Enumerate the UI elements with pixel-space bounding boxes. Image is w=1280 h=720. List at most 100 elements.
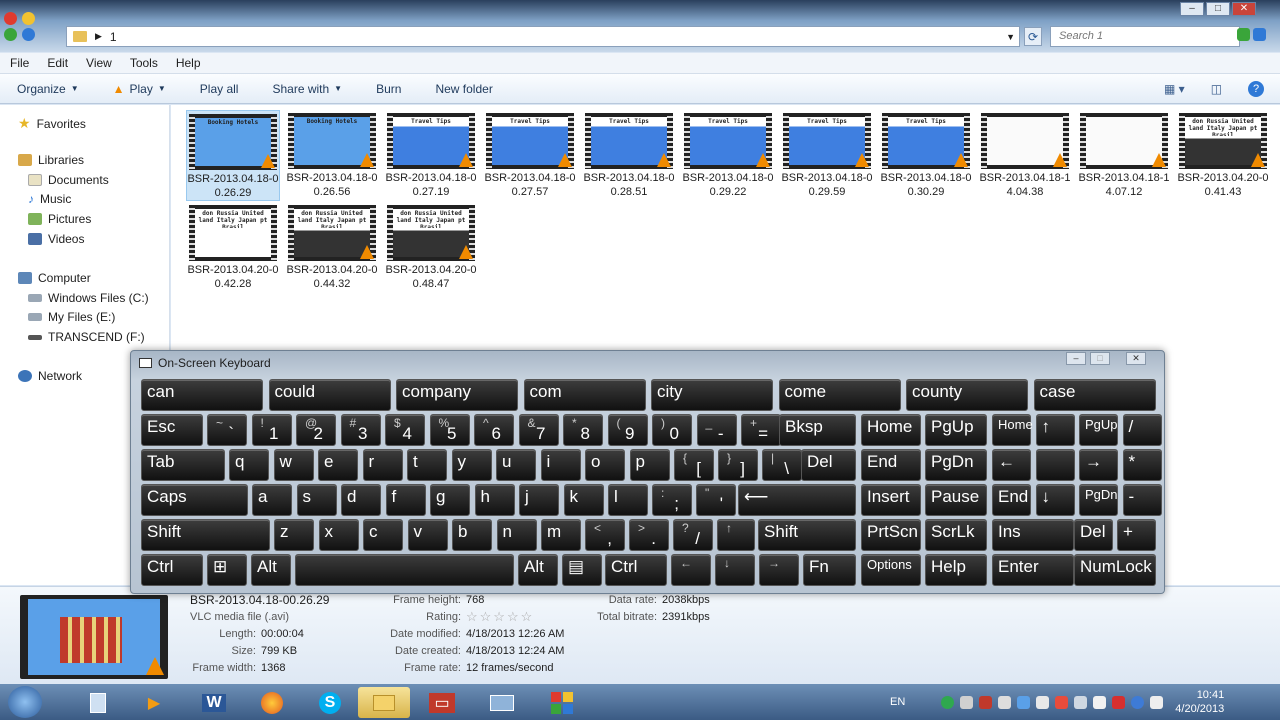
nav-videos[interactable]: Videos	[28, 232, 84, 246]
refresh-icon[interactable]: ⟳	[1024, 27, 1042, 46]
osk-taskbar-icon[interactable]	[536, 687, 588, 718]
menu-help[interactable]: Help	[176, 56, 201, 70]
network-tool-taskbar-icon[interactable]	[476, 687, 528, 718]
app-tray-icon[interactable]	[979, 695, 993, 709]
nav-libraries[interactable]: Libraries	[18, 153, 84, 167]
key-[[interactable]: {[	[674, 449, 714, 481]
play-all-button[interactable]: Play all	[200, 82, 239, 96]
key-tab[interactable]: Tab	[141, 449, 225, 481]
prediction-key[interactable]: county	[906, 379, 1028, 411]
key-quote[interactable]: " '	[696, 484, 736, 516]
clock[interactable]: 10:41 4/20/2013	[1175, 688, 1224, 716]
prediction-key[interactable]: case	[1033, 379, 1156, 411]
key-np-plus[interactable]: +	[1117, 519, 1156, 551]
key-caps[interactable]: Caps	[141, 484, 248, 516]
key-pgdn[interactable]: PgDn	[925, 449, 987, 481]
key-][interactable]: }]	[718, 449, 758, 481]
file-item[interactable]: Booking Hotels BSR-2013.04.18-0 0.26.56	[285, 110, 379, 199]
nav-favorites[interactable]: ★ Favorites	[18, 115, 86, 132]
file-item[interactable]: Booking Hotels BSR-2013.04.18-0 0.26.29	[186, 110, 280, 201]
key-np-ins[interactable]: Ins	[992, 519, 1074, 551]
key-np-mul[interactable]: *	[1122, 449, 1162, 481]
key-t[interactable]: t	[407, 449, 447, 481]
key-alt-left[interactable]: Alt	[251, 554, 291, 586]
new-folder-button[interactable]: New folder	[435, 82, 492, 96]
key-l[interactable]: l	[608, 484, 648, 516]
key-n[interactable]: n	[496, 519, 537, 551]
close-button[interactable]: ✕	[1232, 2, 1256, 16]
maximize-button[interactable]: □	[1206, 2, 1230, 16]
file-item[interactable]: BSR-2013.04.18-1 4.07.12	[1077, 110, 1171, 199]
key-help[interactable]: Help	[925, 554, 987, 586]
file-item[interactable]: don Russia United land Italy Japan pt Br…	[186, 202, 280, 291]
key-3[interactable]: #3	[340, 414, 381, 446]
key-np-right[interactable]: →	[1079, 449, 1118, 481]
nav-pictures[interactable]: Pictures	[28, 212, 91, 226]
file-item[interactable]: Travel Tips BSR-2013.04.18-0 0.30.29	[879, 110, 973, 199]
adobe-tray-icon[interactable]	[1112, 695, 1126, 709]
key-ctrl-right[interactable]: Ctrl	[605, 554, 667, 586]
file-item[interactable]: don Russia United land Italy Japan pt Br…	[384, 202, 478, 291]
key-down[interactable]: ↓	[715, 554, 755, 586]
key-menu[interactable]: ▤	[562, 554, 602, 586]
key-j[interactable]: j	[519, 484, 559, 516]
key-backslash[interactable]: | \	[762, 449, 802, 481]
prediction-key[interactable]: could	[268, 379, 391, 411]
key-shift-right[interactable]: Shift	[758, 519, 856, 551]
key-f[interactable]: f	[385, 484, 426, 516]
nav-drive-f[interactable]: TRANSCEND (F:)	[28, 330, 145, 344]
key-h[interactable]: h	[474, 484, 515, 516]
nav-drive-e[interactable]: My Files (E:)	[28, 310, 115, 324]
minimize-button[interactable]: ‒	[1180, 2, 1204, 16]
network-tray-icon[interactable]	[1017, 695, 1031, 709]
nav-network[interactable]: Network	[18, 369, 82, 383]
key-np-pgdn[interactable]: PgDn	[1079, 484, 1118, 516]
language-indicator[interactable]: EN	[890, 696, 905, 708]
key-np-5[interactable]	[1035, 449, 1075, 481]
osk-maximize-button[interactable]: □	[1090, 352, 1110, 365]
key-m[interactable]: m	[541, 519, 581, 551]
key-7[interactable]: & 7	[518, 414, 559, 446]
key-8[interactable]: * 8	[563, 414, 603, 446]
share-with-button[interactable]: Share with ▼	[272, 82, 342, 96]
prediction-key[interactable]: can	[141, 379, 263, 411]
key--[interactable]: _ -	[696, 414, 737, 446]
burn-button[interactable]: Burn	[376, 82, 401, 96]
key-b[interactable]: b	[452, 519, 492, 551]
file-item[interactable]: BSR-2013.04.18-1 4.04.38	[978, 110, 1072, 199]
security-tray-icon[interactable]	[1055, 695, 1069, 709]
key-windows[interactable]: ⊞	[207, 554, 247, 586]
menu-view[interactable]: View	[86, 56, 112, 70]
key-a[interactable]: a	[252, 484, 292, 516]
chevron-down-icon[interactable]: ▼	[1006, 32, 1015, 42]
key-np-end[interactable]: End	[992, 484, 1031, 516]
key-d[interactable]: d	[341, 484, 381, 516]
prediction-key[interactable]: come	[778, 379, 901, 411]
key-np-del[interactable]: Del	[1074, 519, 1113, 551]
organize-button[interactable]: Organize ▼	[17, 82, 79, 96]
device-tray-icon[interactable]	[998, 695, 1012, 709]
key-comma[interactable]: <,	[585, 519, 625, 551]
key-home[interactable]: Home	[861, 414, 921, 446]
key-up[interactable]: ↑	[717, 519, 755, 551]
nav-drive-c[interactable]: Windows Files (C:)	[28, 291, 149, 305]
key-c[interactable]: c	[363, 519, 403, 551]
key-np-home[interactable]: Home	[992, 414, 1033, 446]
file-item[interactable]: don Russia United land Italy Japan pt Br…	[1176, 110, 1270, 199]
key-numlock[interactable]: NumLock	[1074, 554, 1156, 586]
key-np-div[interactable]: /	[1122, 414, 1162, 446]
key-u[interactable]: u	[496, 449, 536, 481]
key-pgup[interactable]: PgUp	[925, 414, 987, 446]
search-input[interactable]: Search 1	[1050, 26, 1240, 47]
key-np-pgup[interactable]: PgUp	[1079, 414, 1118, 446]
osk-close-button[interactable]: ✕	[1126, 352, 1146, 365]
menu-edit[interactable]: Edit	[47, 56, 68, 70]
key-slash[interactable]: ? /	[673, 519, 713, 551]
start-button[interactable]	[8, 686, 42, 718]
key-o[interactable]: o	[585, 449, 625, 481]
nav-music[interactable]: ♪ Music	[28, 192, 71, 206]
key-1[interactable]: ! 1	[251, 414, 292, 446]
presentation-taskbar-icon[interactable]: ▭	[416, 687, 468, 718]
key-np-down[interactable]: ↓	[1035, 484, 1075, 516]
play-button[interactable]: ▲ Play ▼	[113, 82, 166, 96]
